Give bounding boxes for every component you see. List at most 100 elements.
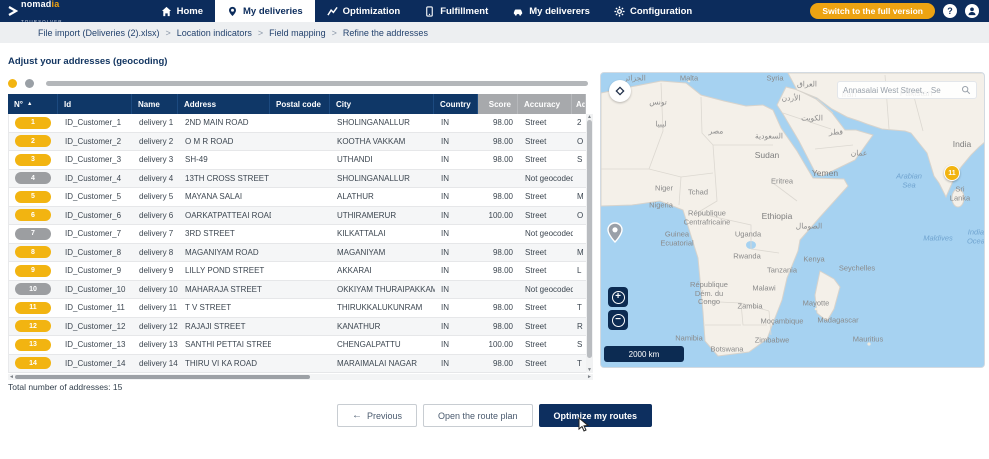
column-header-6[interactable]: Country bbox=[434, 94, 478, 114]
breadcrumb-part[interactable]: Field mapping bbox=[269, 28, 326, 38]
map-canvas[interactable]: الجزائرتونسMaltaSyriaالعراقالأردنIranPak… bbox=[600, 72, 985, 368]
nav-item-configuration[interactable]: Configuration bbox=[602, 0, 704, 22]
breadcrumb-separator: > bbox=[166, 28, 171, 38]
table-row[interactable]: 4ID_Customer_4delivery 413TH CROSS STREE… bbox=[9, 170, 592, 189]
horizontal-scrollbar[interactable]: ◄ ► bbox=[8, 374, 593, 380]
map-search-input[interactable] bbox=[843, 86, 961, 95]
page-title: Adjust your addresses (geocoding) bbox=[8, 56, 167, 67]
cell-id: ID_Customer_6 bbox=[59, 207, 133, 225]
scroll-right-icon[interactable]: ► bbox=[587, 374, 592, 380]
nav-item-deliverers[interactable]: My deliverers bbox=[500, 0, 602, 22]
cell-extra: O bbox=[573, 133, 587, 151]
cell-city: UTHIRAMERUR bbox=[331, 207, 435, 225]
cell-address: THIRU VI KA ROAD bbox=[179, 355, 271, 373]
column-header-1[interactable]: Id bbox=[58, 94, 132, 114]
table-row[interactable]: 7ID_Customer_7delivery 73RD STREETKILKAT… bbox=[9, 225, 592, 244]
cell-accuracy: Street bbox=[519, 244, 573, 262]
open-route-plan-button[interactable]: Open the route plan bbox=[423, 404, 533, 427]
column-header-label: Postal code bbox=[276, 100, 321, 109]
cell-score: 98.00 bbox=[479, 318, 519, 336]
cell-id: ID_Customer_5 bbox=[59, 188, 133, 206]
table-row[interactable]: 9ID_Customer_9delivery 9LILLY POND STREE… bbox=[9, 262, 592, 281]
minus-icon: − bbox=[612, 314, 625, 327]
table-row[interactable]: 3ID_Customer_3delivery 3SH-49UTHANDIIN98… bbox=[9, 151, 592, 170]
column-header-0[interactable]: N°▲ bbox=[8, 94, 58, 114]
cell-postal bbox=[271, 355, 331, 373]
addresses-table: N°▲IdName Address Postal code City CountrySc… bbox=[8, 94, 593, 373]
cell-postal bbox=[271, 151, 331, 169]
cell-city: MARAIMALAI NAGAR bbox=[331, 355, 435, 373]
cell-address: 2ND MAIN ROAD bbox=[179, 114, 271, 132]
user-profile-icon[interactable] bbox=[965, 4, 979, 18]
previous-button[interactable]: ←Previous bbox=[337, 404, 417, 427]
help-icon[interactable]: ? bbox=[943, 4, 957, 18]
cell-number: 3 bbox=[9, 151, 59, 169]
column-header-label: City bbox=[336, 100, 351, 109]
cell-number: 7 bbox=[9, 225, 59, 243]
cell-country: IN bbox=[435, 262, 479, 280]
cell-number: 6 bbox=[9, 207, 59, 225]
map-search-box bbox=[837, 81, 977, 99]
table-row[interactable]: 14ID_Customer_14delivery 14THIRU VI KA R… bbox=[9, 355, 592, 374]
row-number-badge: 2 bbox=[15, 135, 51, 147]
row-number-badge: 5 bbox=[15, 191, 51, 203]
cell-accuracy: Not geocoded bbox=[519, 225, 573, 243]
scroll-down-icon[interactable]: ▼ bbox=[586, 367, 593, 373]
column-header-label: Address bbox=[184, 100, 216, 109]
horizontal-scrollbar-thumb[interactable] bbox=[15, 375, 310, 379]
scroll-left-icon[interactable]: ◄ bbox=[9, 374, 14, 380]
cell-number: 14 bbox=[9, 355, 59, 373]
table-row[interactable]: 10ID_Customer_10delivery 10MAHARAJA STRE… bbox=[9, 281, 592, 300]
cell-address: MAGANIYAM ROAD bbox=[179, 244, 271, 262]
gear-icon bbox=[614, 6, 625, 17]
cell-country: IN bbox=[435, 133, 479, 151]
cell-city: KANATHUR bbox=[331, 318, 435, 336]
column-header-3[interactable]: Address bbox=[178, 94, 270, 114]
zoom-out-button[interactable]: − bbox=[608, 310, 628, 330]
cell-extra bbox=[573, 225, 587, 243]
table-row[interactable]: 8ID_Customer_8delivery 8MAGANIYAM ROADMA… bbox=[9, 244, 592, 263]
column-header-9[interactable]: Ad bbox=[572, 94, 586, 114]
not-geocoded-pin-icon[interactable] bbox=[606, 222, 624, 244]
cell-number: 13 bbox=[9, 336, 59, 354]
geocoded-cluster-marker[interactable]: 11 bbox=[944, 165, 960, 181]
nav-item-fulfillment[interactable]: Fulfillment bbox=[412, 0, 500, 22]
cell-address: SANTHI PETTAI STREET bbox=[179, 336, 271, 354]
column-header-8[interactable]: Accuracy bbox=[518, 94, 572, 114]
cell-address: SH-49 bbox=[179, 151, 271, 169]
table-row[interactable]: 1ID_Customer_1delivery 12ND MAIN ROADSHO… bbox=[9, 114, 592, 133]
zoom-in-button[interactable]: + bbox=[608, 287, 628, 307]
table-row[interactable]: 6ID_Customer_6delivery 6OARKATPATTEAI RO… bbox=[9, 207, 592, 226]
column-header-2[interactable]: Name bbox=[132, 94, 178, 114]
cell-country: IN bbox=[435, 151, 479, 169]
optimize-routes-button[interactable]: Optimize my routes bbox=[539, 404, 653, 427]
nav-item-label: My deliveries bbox=[243, 6, 303, 17]
cell-name: delivery 3 bbox=[133, 151, 179, 169]
column-header-4[interactable]: Postal code bbox=[270, 94, 330, 114]
table-row[interactable]: 2ID_Customer_2delivery 2O M R ROADKOOTHA… bbox=[9, 133, 592, 152]
breadcrumb-part[interactable]: Location indicators bbox=[177, 28, 252, 38]
cell-id: ID_Customer_4 bbox=[59, 170, 133, 188]
column-header-7[interactable]: Score bbox=[478, 94, 518, 114]
cell-country: IN bbox=[435, 244, 479, 262]
breadcrumb-part[interactable]: Refine the addresses bbox=[343, 28, 428, 38]
map-style-button[interactable] bbox=[609, 80, 631, 102]
vertical-scrollbar[interactable]: ▲ ▼ bbox=[586, 114, 593, 373]
cell-extra: S bbox=[573, 336, 587, 354]
row-number-badge: 11 bbox=[15, 302, 51, 314]
table-row[interactable]: 5ID_Customer_5delivery 5MAYANA SALAIALAT… bbox=[9, 188, 592, 207]
row-number-badge: 14 bbox=[15, 357, 51, 369]
vertical-scrollbar-thumb[interactable] bbox=[587, 120, 592, 358]
nav-item-home[interactable]: Home bbox=[149, 0, 215, 22]
table-row[interactable]: 11ID_Customer_11delivery 11T V STREETTHI… bbox=[9, 299, 592, 318]
table-row[interactable]: 13ID_Customer_13delivery 13SANTHI PETTAI… bbox=[9, 336, 592, 355]
switch-full-version-button[interactable]: Switch to the full version bbox=[810, 3, 935, 19]
column-header-5[interactable]: City bbox=[330, 94, 434, 114]
nav-item-deliveries[interactable]: My deliveries bbox=[215, 0, 315, 22]
search-icon[interactable] bbox=[961, 85, 971, 95]
cell-score: 98.00 bbox=[479, 151, 519, 169]
breadcrumb-part[interactable]: File import (Deliveries (2).xlsx) bbox=[38, 28, 160, 38]
brand-logo[interactable]: nomadia TOURSOLVER bbox=[0, 0, 71, 22]
nav-item-optimization[interactable]: Optimization bbox=[315, 0, 413, 22]
table-row[interactable]: 12ID_Customer_12delivery 12RAJAJI STREET… bbox=[9, 318, 592, 337]
